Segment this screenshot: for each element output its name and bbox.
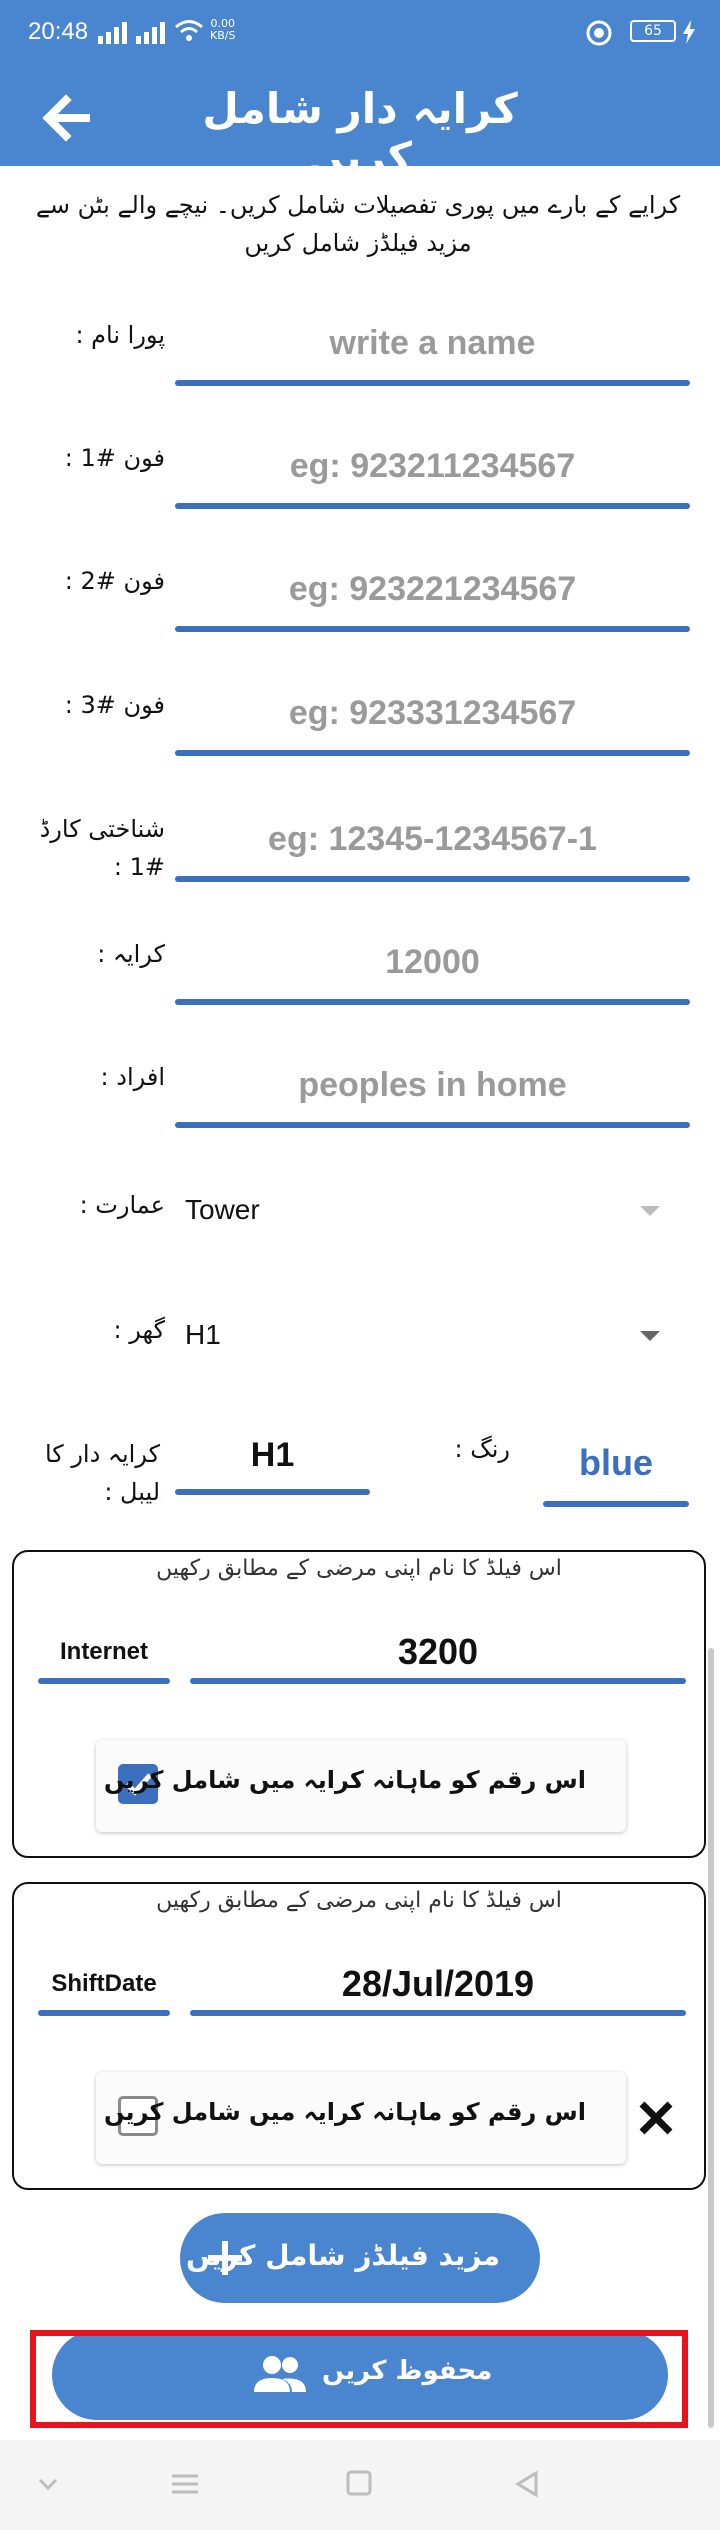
house-value: H1	[185, 1319, 221, 1350]
status-time: 20:48	[28, 18, 89, 45]
add-more-fields-button[interactable]: مزید فیلڈز شامل کریں	[180, 2213, 540, 2303]
color-value: blue	[578, 1442, 653, 1483]
color-input[interactable]: blue	[543, 1425, 689, 1507]
net-speed: 0.00 KB/S	[210, 17, 236, 42]
full-name-input[interactable]: write a name	[175, 310, 690, 386]
chevron-down-icon[interactable]	[36, 2470, 60, 2503]
back-triangle-icon[interactable]	[514, 2470, 540, 2505]
battery-icon: 65	[630, 20, 676, 42]
tenant-label-value: H1	[250, 1436, 295, 1474]
custom-field-value-input[interactable]: 28/Jul/2019	[190, 1956, 686, 2016]
back-arrow-icon[interactable]	[36, 88, 96, 148]
tenant-label-input[interactable]: H1	[175, 1425, 370, 1495]
include-in-rent-label: اس رقم کو ماہانہ کرایہ میں شامل کریں	[103, 1766, 586, 1794]
house-select[interactable]: H1	[175, 1305, 690, 1365]
dropdown-caret-icon	[640, 1331, 660, 1341]
home-icon[interactable]	[346, 2470, 372, 2503]
rent-input[interactable]: 12000	[175, 929, 690, 1005]
custom-field-value-input[interactable]: 3200	[190, 1624, 686, 1684]
system-nav-bar	[0, 2440, 720, 2530]
people-input[interactable]: peoples in home	[175, 1052, 690, 1128]
rent-label: کرایہ :	[97, 940, 165, 968]
building-select[interactable]: Tower	[175, 1180, 690, 1240]
cnic-input[interactable]: eg: 12345-1234567-1	[175, 806, 690, 882]
color-label: رنگ :	[454, 1435, 510, 1463]
phone2-label: فون #2 :	[64, 567, 165, 595]
custom-field-name-input[interactable]: Internet	[38, 1624, 170, 1684]
intro-text: کرایے کے بارے میں پوری تفصیلات شامل کریں…	[35, 191, 681, 257]
phone2-input[interactable]: eg: 923221234567	[175, 556, 690, 632]
building-label: عمارت :	[79, 1191, 165, 1219]
phone1-input[interactable]: eg: 923211234567	[175, 433, 690, 509]
wifi-icon	[174, 18, 204, 49]
phone1-label: فون #1 :	[64, 444, 165, 472]
include-in-rent-option[interactable]: اس رقم کو ماہانہ کرایہ میں شامل کریں	[96, 1740, 626, 1832]
house-label: گھر :	[113, 1316, 165, 1344]
custom-field-hint: اس فیلڈ کا نام اپنی مرضی کے مطابق رکھیں	[156, 1888, 562, 1913]
scrollbar[interactable]	[708, 1648, 714, 2428]
tenant-label-label: کرایہ دار کا لیبل :	[44, 1440, 160, 1506]
building-value: Tower	[185, 1194, 260, 1225]
include-in-rent-label: اس رقم کو ماہانہ کرایہ میں شامل کریں	[103, 2098, 586, 2126]
custom-field-hint: اس فیلڈ کا نام اپنی مرضی کے مطابق رکھیں	[156, 1556, 562, 1581]
page-title: کرایہ دار شامل کریں	[202, 84, 518, 182]
delete-field-x-icon[interactable]	[636, 2098, 676, 2138]
phone3-label: فون #3 :	[64, 691, 165, 719]
signal-icon	[136, 22, 166, 49]
menu-icon[interactable]	[170, 2470, 200, 2503]
custom-field-card: اس فیلڈ کا نام اپنی مرضی کے مطابق رکھیں …	[12, 1550, 706, 1858]
signal-icon	[98, 22, 128, 49]
full-name-label: پورا نام :	[75, 321, 165, 349]
phone3-input[interactable]: eg: 923331234567	[175, 680, 690, 756]
charging-icon	[682, 20, 696, 49]
custom-field-card: اس فیلڈ کا نام اپنی مرضی کے مطابق رکھیں …	[12, 1882, 706, 2190]
app-bar: کرایہ دار شامل کریں	[0, 70, 720, 182]
add-more-fields-label: مزید فیلڈز شامل کریں	[186, 2239, 500, 2272]
dropdown-caret-icon	[640, 1206, 660, 1216]
highlight-frame	[30, 2330, 688, 2428]
status-bar: 20:48 0.00 KB/S 65	[0, 0, 720, 70]
cnic-label: شناختی کارڈ #1 :	[39, 815, 165, 881]
include-in-rent-option[interactable]: اس رقم کو ماہانہ کرایہ میں شامل کریں	[96, 2072, 626, 2164]
people-label: افراد :	[100, 1063, 165, 1091]
custom-field-name-input[interactable]: ShiftDate	[38, 1956, 170, 2016]
app-notification-icon	[586, 20, 612, 51]
